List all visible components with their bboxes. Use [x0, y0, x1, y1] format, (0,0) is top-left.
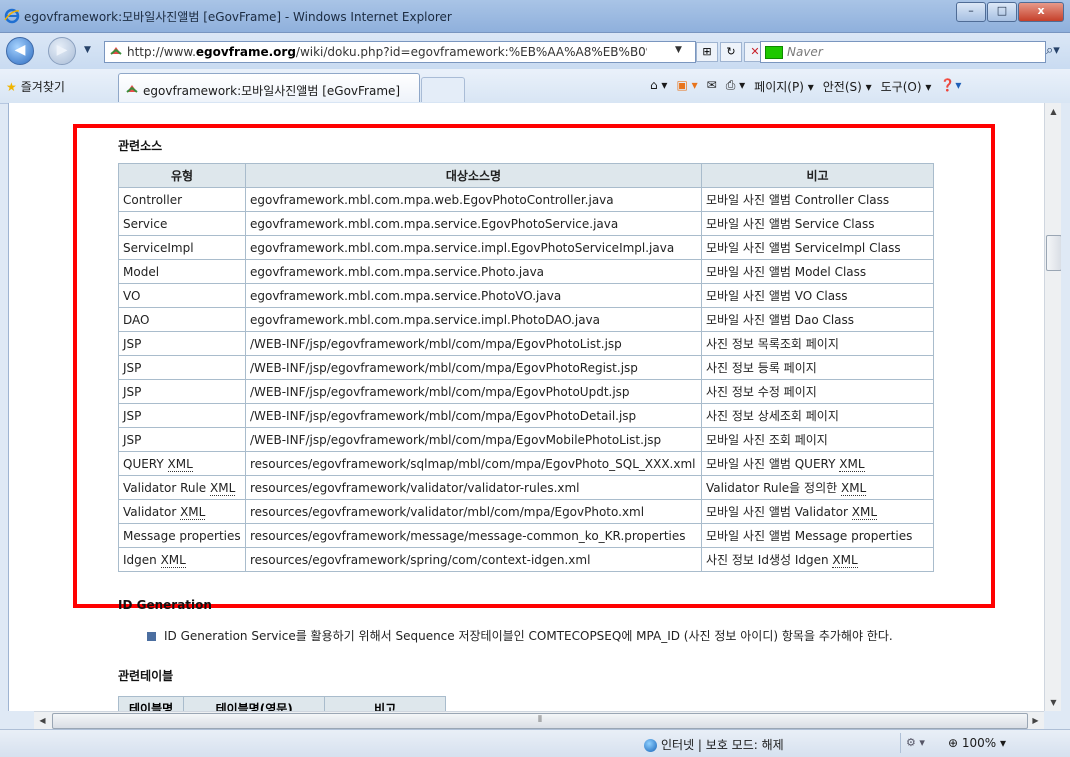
home-icon[interactable]: ⌂ ▾: [650, 78, 667, 95]
bullet-item: ID Generation Service를 활용하기 위해서 Sequence…: [147, 627, 893, 644]
page-menu[interactable]: 페이지(P) ▾: [754, 78, 814, 95]
history-dropdown-icon[interactable]: ▼: [84, 45, 91, 55]
maximize-button[interactable]: □: [987, 2, 1017, 22]
address-dropdown-icon[interactable]: ▼: [675, 45, 682, 55]
address-tools: ⊞ ↻ ✕: [696, 42, 768, 62]
column-header-table-note: 비고: [324, 696, 447, 711]
naver-icon: [765, 46, 783, 59]
close-window-button[interactable]: x: [1018, 2, 1064, 22]
favorites-tab-bar: ★ 즐겨찾기 egovframework:모바일사진앨범 [eGovFrame] …: [0, 69, 1070, 104]
scroll-left-icon[interactable]: ◀: [34, 712, 51, 729]
help-icon[interactable]: ❓▾: [940, 78, 961, 95]
tab-favicon-icon: [126, 85, 138, 93]
page-content: 관련소스 유형 대상소스명 비고 Controller egovframework…: [9, 103, 1045, 711]
globe-icon: [644, 739, 657, 752]
section-title-related-tables: 관련테이블: [118, 669, 174, 683]
horizontal-scroll-thumb[interactable]: ⦀: [52, 713, 1028, 729]
site-favicon-icon: [110, 47, 122, 55]
safety-menu[interactable]: 안전(S) ▾: [823, 78, 872, 95]
highlight-box: [73, 124, 995, 608]
search-box[interactable]: Naver: [760, 41, 1046, 63]
search-icon[interactable]: ⌕▾: [1046, 43, 1060, 58]
horizontal-scrollbar[interactable]: ◀ ⦀ ▶: [34, 711, 1044, 729]
right-frame-edge: [1061, 103, 1070, 733]
favorites-button[interactable]: ★ 즐겨찾기: [6, 78, 65, 95]
new-tab-button[interactable]: [421, 77, 465, 102]
security-zone[interactable]: 인터넷 | 보호 모드: 해제: [644, 736, 784, 753]
status-divider: [900, 733, 901, 753]
scroll-up-icon[interactable]: ▲: [1045, 103, 1062, 120]
section-title-id-generation: ID Generation: [118, 598, 212, 612]
compatibility-view-icon[interactable]: ⊞: [696, 42, 718, 62]
address-url[interactable]: http://www.egovframe.org/wiki/doku.php?i…: [127, 45, 647, 59]
minimize-button[interactable]: –: [956, 2, 986, 22]
print-icon[interactable]: ⎙ ▾: [726, 78, 745, 95]
column-header-table-name: 테이블명: [117, 696, 185, 711]
protected-mode-icon[interactable]: ⚙ ▾: [906, 736, 925, 749]
column-header-table-name-en: 테이블명(영문): [183, 696, 326, 711]
refresh-icon[interactable]: ↻: [720, 42, 742, 62]
title-bar: egovframework:모바일사진앨범 [eGovFrame] - Wind…: [0, 0, 1070, 33]
window-title: egovframework:모바일사진앨범 [eGovFrame] - Wind…: [24, 10, 452, 24]
star-icon: ★: [6, 80, 17, 94]
command-bar: ⌂ ▾ ▣ ▾ ✉ ⎙ ▾ 페이지(P) ▾ 안전(S) ▾ 도구(O) ▾ ❓…: [650, 78, 970, 95]
forward-button[interactable]: ▶: [48, 37, 76, 65]
bullet-square-icon: [147, 632, 156, 641]
window-controls: – □ x: [955, 2, 1064, 22]
address-bar[interactable]: http://www.egovframe.org/wiki/doku.php?i…: [104, 41, 696, 63]
tab-label: egovframework:모바일사진앨범 [eGovFrame]: [143, 84, 401, 98]
scroll-down-icon[interactable]: ▼: [1045, 694, 1062, 711]
vertical-scroll-thumb[interactable]: [1046, 235, 1062, 271]
tools-menu[interactable]: 도구(O) ▾: [881, 78, 932, 95]
back-button[interactable]: ◀: [6, 37, 34, 65]
browser-tab[interactable]: egovframework:모바일사진앨범 [eGovFrame]: [118, 73, 420, 102]
scroll-right-icon[interactable]: ▶: [1027, 712, 1044, 729]
ie-logo-icon: [4, 8, 20, 24]
vertical-scrollbar[interactable]: ▲ ▼: [1044, 103, 1062, 711]
zoom-level[interactable]: ⊕ 100% ▾: [948, 736, 1006, 750]
page-viewport: 관련소스 유형 대상소스명 비고 Controller egovframework…: [8, 103, 1045, 711]
status-bar: 인터넷 | 보호 모드: 해제 ⚙ ▾ ⊕ 100% ▾: [0, 729, 1070, 757]
address-toolbar: ◀ ▶ ▼ http://www.egovframe.org/wiki/doku…: [0, 33, 1070, 69]
search-placeholder: Naver: [787, 45, 823, 59]
feeds-icon[interactable]: ▣ ▾: [676, 78, 697, 95]
related-table-header: 테이블명 테이블명(영문) 비고: [117, 696, 447, 711]
zoom-icon: ⊕: [948, 736, 959, 750]
read-mail-icon[interactable]: ✉: [707, 78, 717, 95]
